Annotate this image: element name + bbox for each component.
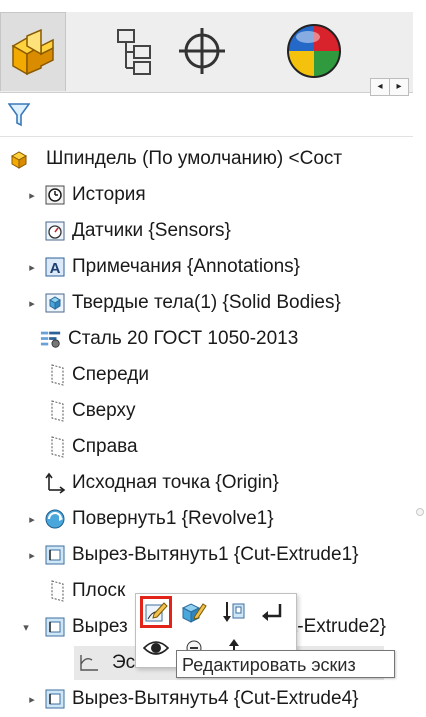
edit-sketch-icon [145,602,168,622]
tree-item-label: Вырез-Вытянуть4 {Cut-Extrude4} [72,688,359,709]
show-icon [143,641,169,655]
history-icon [44,184,66,206]
plane-icon [46,580,68,602]
feature-manager-icon [11,28,54,76]
tree-item-material[interactable]: Сталь 20 ГОСТ 1050-2013 [0,322,414,356]
manager-tab-strip: ◂ ▸ [0,12,413,96]
tree-item-label-tail: t-Extrude2} [292,616,386,637]
solid-bodies-icon [44,292,66,314]
tree-item-plane-top[interactable]: Сверху [0,394,414,428]
tree-item-origin[interactable]: Исходная точка {Origin} [0,466,414,500]
revolve-icon [44,508,66,530]
property-manager-icon [117,29,151,75]
tree-item-label: Повернуть1 {Revolve1} [72,508,274,529]
tab-feature-manager[interactable] [0,12,66,91]
tree-root[interactable]: Шпиндель (По умолчанию) <Сост [0,142,414,176]
sketch-icon [78,652,100,674]
tree-root-label: Шпиндель (По умолчанию) <Сост [46,148,343,169]
tree-item-label: Твердые тела(1) {Solid Bodies} [72,292,341,313]
tab-property-manager[interactable] [104,12,164,90]
edit-feature-icon [181,603,207,623]
expander-icon[interactable]: ▸ [26,189,38,202]
tree-item-revolve1[interactable]: ▸ Повернуть1 {Revolve1} [0,502,414,536]
parent-child-button[interactable] [256,596,288,628]
configuration-manager-icon [179,28,225,74]
tree-item-annotations[interactable]: ▸ A Примечания {Annotations} [0,250,414,284]
edit-sketch-button[interactable] [140,596,172,628]
parent-child-icon [262,604,282,621]
rollback-button[interactable] [218,596,250,628]
tree-item-plane-front[interactable]: Спереди [0,358,414,392]
rollback-icon [223,602,245,622]
tree-item-label: Сталь 20 ГОСТ 1050-2013 [68,328,299,349]
filter-icon[interactable] [8,102,30,128]
annotations-icon: A [44,256,66,278]
tree-item-label: Вырез-Вытянуть1 {Cut-Extrude1} [72,544,359,565]
svg-text:A: A [50,260,61,277]
tab-display-manager[interactable] [284,12,344,90]
collapse-icon[interactable]: ▾ [20,621,32,634]
plane-icon [46,436,68,458]
tree-item-label: Датчики {Sensors} [72,220,231,241]
tree-item-solid-bodies[interactable]: ▸ Твердые тела(1) {Solid Bodies} [0,286,414,320]
tree-item-label: Исходная точка {Origin} [72,472,279,493]
tree-item-plane-right[interactable]: Справа [0,430,414,464]
show-button[interactable] [140,632,172,664]
tree-item-label: Плоск [72,580,126,601]
sensor-icon [44,220,66,242]
expander-icon[interactable]: ▸ [26,693,38,706]
splitter-handle[interactable] [416,508,424,516]
tree-item-label: Спереди [72,364,149,385]
expander-icon[interactable]: ▸ [26,261,38,274]
tree-item-label: Справа [72,436,138,457]
origin-icon [44,472,66,494]
edit-feature-button[interactable] [178,596,210,628]
expander-icon[interactable]: ▸ [26,297,38,310]
tree-item-history[interactable]: ▸ История [0,178,414,212]
display-manager-icon [287,24,341,78]
tree-item-sensors[interactable]: Датчики {Sensors} [0,214,414,248]
plane-icon [46,400,68,422]
cut-extrude-icon [44,544,66,566]
expander-icon[interactable]: ▸ [26,549,38,562]
cut-extrude-icon [44,688,66,710]
tab-configuration-manager[interactable] [172,12,232,90]
tree-item-cut-extrude4[interactable]: ▸ Вырез-Вытянуть4 {Cut-Extrude4} [0,682,414,716]
tree-item-label: История [72,184,146,205]
tree-item-cut-extrude1[interactable]: ▸ Вырез-Вытянуть1 {Cut-Extrude1} [0,538,414,572]
tree-item-label: Сверху [72,400,136,421]
expander-icon[interactable]: ▸ [26,513,38,526]
plane-icon [46,364,68,386]
splitter[interactable] [414,0,426,717]
tooltip: Редактировать эскиз [176,650,395,678]
feature-manager-panel: ◂ ▸ Шпиндель (По умолчанию) <Сост ▸ Исто… [0,0,415,717]
filter-row [0,92,413,137]
part-icon [10,148,32,170]
tree-item-label: Примечания {Annotations} [72,256,301,277]
material-icon [40,328,62,350]
tree-item-label: Вырез [72,616,128,637]
cut-extrude-icon [44,616,66,638]
